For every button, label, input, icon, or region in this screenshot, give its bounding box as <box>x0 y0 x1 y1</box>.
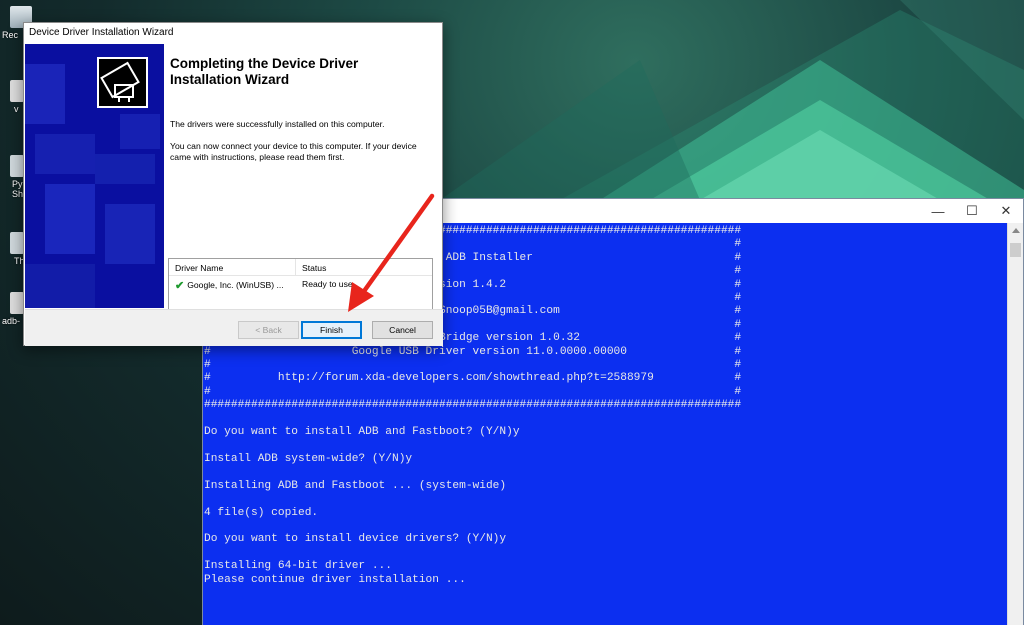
usb-driver-logo-icon <box>97 57 148 108</box>
scrollbar-thumb[interactable] <box>1010 243 1021 257</box>
column-header-status[interactable]: Status <box>296 259 332 275</box>
driver-wizard-dialog[interactable]: Device Driver Installation Wizard Comple… <box>23 22 443 346</box>
wizard-content: Completing the Device Driver Installatio… <box>168 44 440 324</box>
success-message: The drivers were successfully installed … <box>170 119 385 129</box>
instructions-message: You can now connect your device to this … <box>170 141 417 162</box>
scroll-up-icon[interactable] <box>1011 228 1020 233</box>
file-icon <box>10 80 24 102</box>
wizard-button-bar: < Back Finish Cancel <box>25 309 443 346</box>
shortcut-icon <box>10 232 24 254</box>
close-button[interactable]: ✕ <box>989 199 1023 223</box>
driver-status: Ready to use <box>302 279 353 289</box>
maximize-button[interactable]: ☐ <box>955 199 989 223</box>
driver-name-cell: ✔ Google, Inc. (WinUSB) ... <box>169 276 296 294</box>
file-icon <box>10 292 24 314</box>
shortcut-icon <box>10 155 24 177</box>
cancel-button[interactable]: Cancel <box>372 321 433 339</box>
finish-button[interactable]: Finish <box>301 321 362 339</box>
table-header: Driver Name Status <box>169 259 432 276</box>
table-row[interactable]: ✔ Google, Inc. (WinUSB) ... Ready to use <box>169 276 432 294</box>
minimize-button[interactable]: — <box>921 199 955 223</box>
wizard-banner <box>25 44 164 308</box>
back-button[interactable]: < Back <box>238 321 299 339</box>
wizard-title: Device Driver Installation Wizard <box>24 23 442 43</box>
wizard-heading: Completing the Device Driver Installatio… <box>170 56 359 87</box>
console-scrollbar[interactable] <box>1007 223 1023 625</box>
caption-buttons: — ☐ ✕ <box>921 199 1023 223</box>
column-header-driver-name[interactable]: Driver Name <box>169 259 296 275</box>
checkmark-icon: ✔ <box>175 279 185 292</box>
driver-name: Google, Inc. (WinUSB) ... <box>187 280 284 290</box>
